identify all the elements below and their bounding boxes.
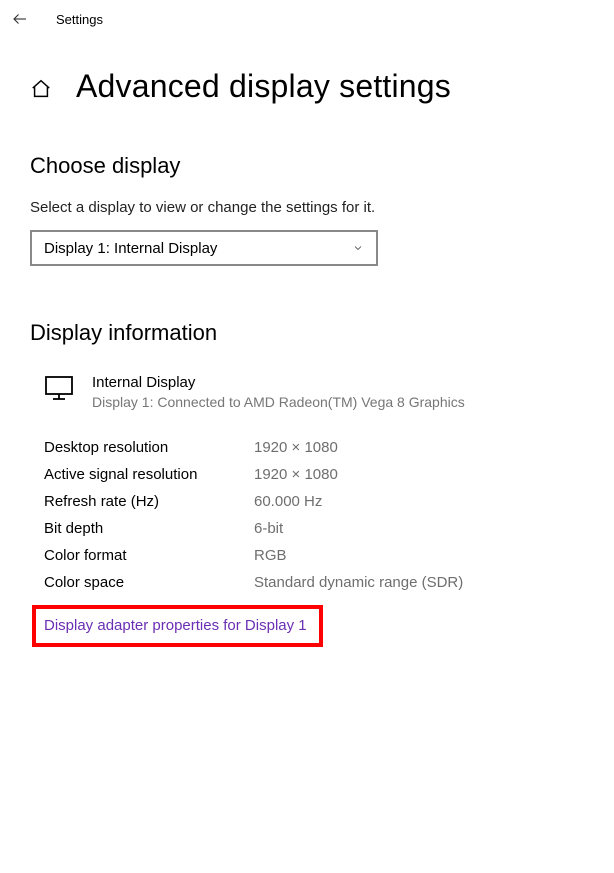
choose-display-heading: Choose display bbox=[30, 153, 584, 179]
monitor-icon bbox=[44, 374, 74, 402]
page-title: Advanced display settings bbox=[76, 68, 451, 105]
info-label: Desktop resolution bbox=[44, 439, 254, 456]
info-label: Refresh rate (Hz) bbox=[44, 493, 254, 510]
home-icon bbox=[30, 78, 52, 100]
info-label: Bit depth bbox=[44, 520, 254, 537]
info-value: RGB bbox=[254, 547, 287, 564]
home-button[interactable] bbox=[30, 78, 52, 100]
table-row: Desktop resolution 1920 × 1080 bbox=[44, 439, 584, 456]
info-value: Standard dynamic range (SDR) bbox=[254, 574, 463, 591]
dropdown-selected-value: Display 1: Internal Display bbox=[44, 240, 217, 257]
display-selector-dropdown[interactable]: Display 1: Internal Display bbox=[30, 230, 378, 266]
display-info-text: Internal Display Display 1: Connected to… bbox=[92, 372, 465, 413]
display-adapter-properties-link[interactable]: Display adapter properties for Display 1 bbox=[44, 617, 307, 634]
titlebar-title: Settings bbox=[56, 12, 103, 27]
display-information-heading: Display information bbox=[30, 320, 584, 346]
table-row: Bit depth 6-bit bbox=[44, 520, 584, 537]
content-area: Advanced display settings Choose display… bbox=[0, 38, 614, 647]
info-label: Active signal resolution bbox=[44, 466, 254, 483]
back-arrow-icon bbox=[11, 10, 29, 28]
chevron-down-icon bbox=[352, 242, 364, 254]
table-row: Active signal resolution 1920 × 1080 bbox=[44, 466, 584, 483]
display-connection-info: Display 1: Connected to AMD Radeon(TM) V… bbox=[92, 393, 465, 413]
table-row: Color format RGB bbox=[44, 547, 584, 564]
display-info-table: Desktop resolution 1920 × 1080 Active si… bbox=[30, 439, 584, 591]
back-button[interactable] bbox=[8, 7, 32, 31]
page-header: Advanced display settings bbox=[30, 68, 584, 105]
info-value: 60.000 Hz bbox=[254, 493, 322, 510]
table-row: Refresh rate (Hz) 60.000 Hz bbox=[44, 493, 584, 510]
adapter-link-highlight: Display adapter properties for Display 1 bbox=[32, 605, 323, 647]
info-value: 6-bit bbox=[254, 520, 283, 537]
info-label: Color space bbox=[44, 574, 254, 591]
info-label: Color format bbox=[44, 547, 254, 564]
titlebar: Settings bbox=[0, 0, 614, 38]
display-name: Internal Display bbox=[92, 372, 465, 393]
table-row: Color space Standard dynamic range (SDR) bbox=[44, 574, 584, 591]
display-info-summary: Internal Display Display 1: Connected to… bbox=[30, 372, 584, 413]
choose-display-description: Select a display to view or change the s… bbox=[30, 199, 584, 216]
info-value: 1920 × 1080 bbox=[254, 439, 338, 456]
info-value: 1920 × 1080 bbox=[254, 466, 338, 483]
